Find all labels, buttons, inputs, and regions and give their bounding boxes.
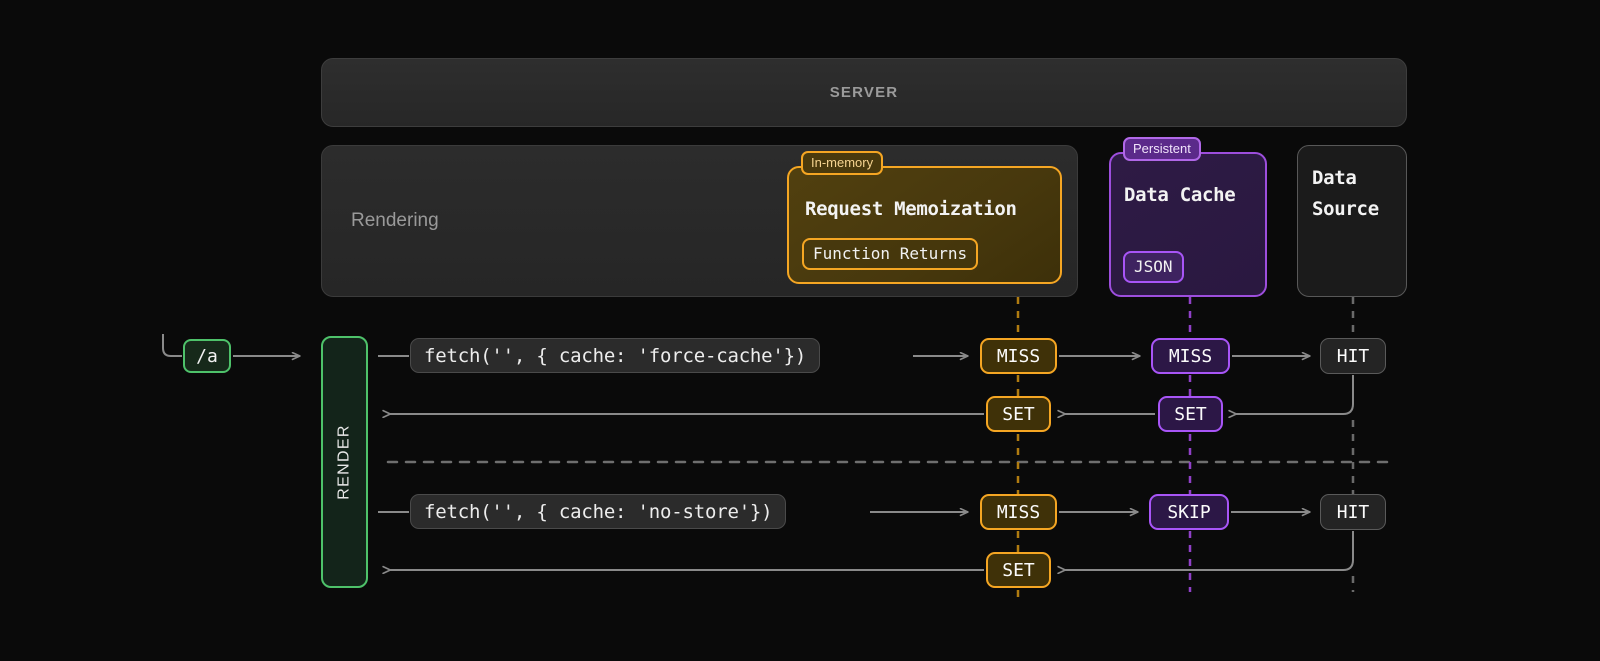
fetch-code-row-2: fetch('', { cache: 'no-store'}) [410,494,787,529]
server-label: SERVER [829,84,899,101]
request-memoization-title: Request Memoization [805,198,1017,220]
render-column-label: RENDER [335,424,353,500]
data-cache-box: Persistent Data Cache JSON [1109,137,1267,297]
memo-status-row-1: MISS [980,338,1057,374]
cache-status-row-2: SKIP [1149,494,1229,530]
server-panel: SERVER [321,58,1407,127]
memo-return-row-2: SET [986,552,1051,588]
persistent-badge: Persistent [1123,137,1201,161]
cache-return-row-1: SET [1158,396,1223,432]
memo-return-row-1: SET [986,396,1051,432]
data-source-line-1: Data [1312,167,1357,189]
cache-status-row-1: MISS [1151,338,1230,374]
memo-status-row-2: MISS [980,494,1057,530]
source-status-row-1: HIT [1320,338,1386,374]
fetch-code-row-1: fetch('', { cache: 'force-cache'}) [410,338,821,373]
route-chip-a: /a [183,339,231,373]
request-memoization-box: In-memory Request Memoization Function R… [787,151,1062,284]
data-source-line-2: Source [1312,198,1379,221]
rendering-label: Rendering [351,210,439,231]
diagram-canvas: SERVER Rendering In-memory Request Memoi… [0,0,1600,661]
json-tag: JSON [1123,251,1184,283]
data-cache-title: Data Cache [1124,184,1236,206]
render-column: RENDER [321,336,368,588]
data-source-box: Data Source [1297,145,1407,297]
in-memory-badge: In-memory [801,151,884,175]
data-source-title: Data Source [1312,163,1379,226]
function-returns-tag: Function Returns [802,238,979,270]
source-status-row-2: HIT [1320,494,1386,530]
